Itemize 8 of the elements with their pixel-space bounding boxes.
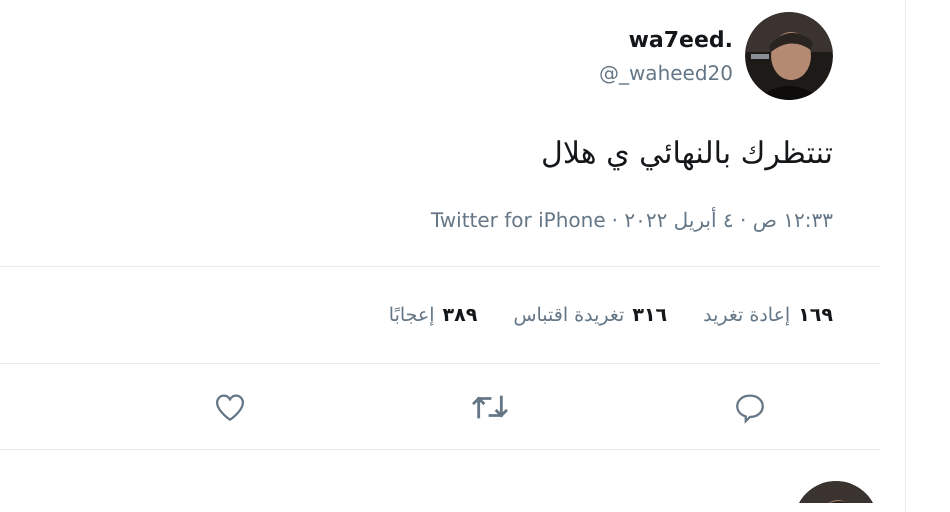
username[interactable]: @_waheed20 (598, 60, 733, 84)
stat-count[interactable]: ٣٨٩ إعجابًا (388, 304, 478, 326)
timestamp: ١٢:٣٣ ص · ٤ أبريل ٢٠٢٢ · (612, 208, 833, 232)
tweet-text: تنتظرك بالنهائي ي هلال (540, 136, 833, 172)
source-link[interactable]: Twitter for iPhone (430, 208, 606, 232)
stat-count[interactable]: ٣١٦ تغريدة اقتباس (513, 304, 668, 326)
stat-count[interactable]: ١٦٩ إعادة تغريد (703, 304, 833, 326)
display-name[interactable]: wa7eed. (628, 28, 733, 52)
